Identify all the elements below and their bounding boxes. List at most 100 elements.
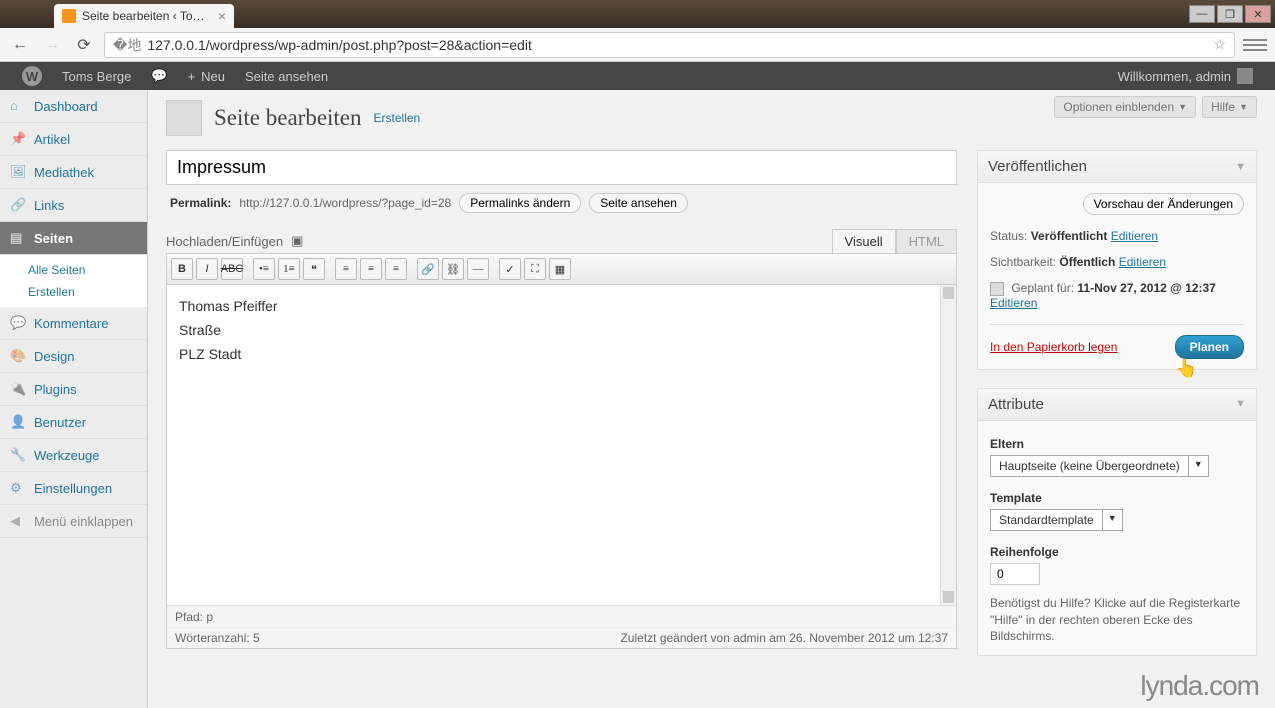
collapse-menu[interactable]: ◀Menü einklappen — [0, 505, 147, 538]
view-page-button[interactable]: Seite ansehen — [589, 193, 688, 213]
attributes-metabox: Attribute▼ Eltern Hauptseite (keine Über… — [977, 388, 1257, 656]
collapse-icon: ◀ — [10, 513, 26, 529]
screen-options-tab[interactable]: Optionen einblenden▼ — [1054, 96, 1196, 118]
page-icon: ▤ — [10, 230, 26, 246]
sidebar-item-appearance[interactable]: 🎨Design — [0, 340, 147, 373]
blockquote-button[interactable]: ❝ — [303, 258, 325, 280]
forward-button[interactable]: → — [40, 33, 64, 57]
browser-menu-button[interactable] — [1243, 33, 1267, 57]
metabox-toggle-icon[interactable]: ▼ — [1235, 398, 1246, 410]
wp-logo-menu[interactable]: W — [12, 62, 52, 90]
dropdown-arrow-icon: ▼ — [1102, 510, 1122, 530]
plus-icon: + — [188, 69, 196, 84]
edit-schedule-link[interactable]: Editieren — [990, 296, 1037, 310]
user-icon: 👤 — [10, 414, 26, 430]
add-media-icon[interactable]: ▣ — [291, 233, 303, 249]
avatar-icon — [1237, 68, 1253, 84]
bullet-list-button[interactable]: •≡ — [253, 258, 275, 280]
more-button[interactable]: ― — [467, 258, 489, 280]
comments-menu[interactable]: 💬 — [141, 62, 177, 90]
help-tab[interactable]: Hilfe▼ — [1202, 96, 1257, 118]
trash-link[interactable]: In den Papierkorb legen — [990, 340, 1117, 354]
publish-title: Veröffentlichen — [988, 158, 1087, 175]
browser-toolbar: ← → ⟳ �地 127.0.0.1/wordpress/wp-admin/po… — [0, 28, 1275, 62]
upload-insert-label: Hochladen/Einfügen — [166, 234, 283, 249]
maximize-button[interactable]: ❐ — [1217, 5, 1243, 23]
sidebar-item-tools[interactable]: 🔧Werkzeuge — [0, 439, 147, 472]
link-icon: 🔗 — [10, 197, 26, 213]
align-center-button[interactable]: ≡ — [360, 258, 382, 280]
permalink-url: http://127.0.0.1/wordpress/?page_id=28 — [239, 196, 451, 210]
view-page-link[interactable]: Seite ansehen — [235, 62, 338, 90]
submenu-add-page[interactable]: Erstellen — [0, 281, 147, 303]
unlink-button[interactable]: ⛓ — [442, 258, 464, 280]
comment-icon: 💬 — [10, 315, 26, 331]
parent-select[interactable]: Hauptseite (keine Übergeordnete) ▼ — [990, 455, 1209, 477]
sidebar-item-plugins[interactable]: 🔌Plugins — [0, 373, 147, 406]
fullscreen-button[interactable]: ⛶ — [524, 258, 546, 280]
content-line: Thomas Pfeiffer — [179, 295, 928, 319]
editor-content[interactable]: Thomas Pfeiffer Straße PLZ Stadt — [167, 285, 940, 605]
attributes-title: Attribute — [988, 396, 1044, 413]
sidebar-item-media[interactable]: 🖼Mediathek — [0, 156, 147, 189]
add-new-link[interactable]: Erstellen — [374, 111, 421, 125]
url-bar[interactable]: �地 127.0.0.1/wordpress/wp-admin/post.php… — [104, 32, 1235, 58]
bold-button[interactable]: B — [171, 258, 193, 280]
link-button[interactable]: 🔗 — [417, 258, 439, 280]
italic-button[interactable]: I — [196, 258, 218, 280]
edit-permalink-button[interactable]: Permalinks ändern — [459, 193, 581, 213]
metabox-toggle-icon[interactable]: ▼ — [1235, 161, 1246, 173]
strikethrough-button[interactable]: ABC — [221, 258, 243, 280]
edit-visibility-link[interactable]: Editieren — [1119, 255, 1166, 269]
order-label: Reihenfolge — [990, 539, 1244, 563]
number-list-button[interactable]: 1≡ — [278, 258, 300, 280]
reload-button[interactable]: ⟳ — [72, 33, 96, 57]
template-label: Template — [990, 485, 1244, 509]
publish-metabox: Veröffentlichen ▼ Vorschau der Änderungen… — [977, 150, 1257, 370]
edit-status-link[interactable]: Editieren — [1111, 229, 1158, 243]
editor-scrollbar[interactable] — [940, 285, 956, 605]
sidebar-submenu-pages: Alle Seiten Erstellen — [0, 255, 147, 307]
preview-button[interactable]: Vorschau der Änderungen — [1083, 193, 1244, 215]
favicon-icon — [62, 9, 76, 23]
last-edited: Zuletzt geändert von admin am 26. Novemb… — [620, 631, 948, 645]
site-name-menu[interactable]: Toms Berge — [52, 62, 141, 90]
account-menu[interactable]: Willkommen, admin — [1108, 62, 1263, 90]
align-right-button[interactable]: ≡ — [385, 258, 407, 280]
order-input[interactable] — [990, 563, 1040, 585]
admin-sidebar: ⌂Dashboard 📌Artikel 🖼Mediathek 🔗Links ▤S… — [0, 90, 148, 708]
submenu-all-pages[interactable]: Alle Seiten — [0, 259, 147, 281]
design-icon: 🎨 — [10, 348, 26, 364]
publish-button[interactable]: Planen — [1175, 335, 1244, 359]
sidebar-item-comments[interactable]: 💬Kommentare — [0, 307, 147, 340]
new-content-menu[interactable]: +Neu — [178, 62, 235, 90]
align-left-button[interactable]: ≡ — [335, 258, 357, 280]
home-icon: ⌂ — [10, 98, 26, 114]
browser-tab[interactable]: Seite bearbeiten ‹ Toms B… × — [54, 4, 234, 28]
content-line: PLZ Stadt — [179, 343, 928, 367]
window-close-button[interactable]: ✕ — [1245, 5, 1271, 23]
tool-icon: 🔧 — [10, 447, 26, 463]
post-title-input[interactable] — [166, 150, 957, 185]
minimize-button[interactable]: — — [1189, 5, 1215, 23]
editor-tab-visual[interactable]: Visuell — [832, 229, 896, 253]
kitchen-sink-button[interactable]: ▦ — [549, 258, 571, 280]
editor-tab-html[interactable]: HTML — [896, 229, 957, 253]
page-title: Seite bearbeiten — [214, 105, 362, 131]
calendar-icon — [990, 282, 1004, 296]
sidebar-item-dashboard[interactable]: ⌂Dashboard — [0, 90, 147, 123]
sidebar-item-pages[interactable]: ▤Seiten — [0, 222, 147, 255]
tab-close-icon[interactable]: × — [218, 8, 226, 24]
sidebar-item-posts[interactable]: 📌Artikel — [0, 123, 147, 156]
spellcheck-button[interactable]: ✓ — [499, 258, 521, 280]
sidebar-item-links[interactable]: 🔗Links — [0, 189, 147, 222]
template-select[interactable]: Standardtemplate ▼ — [990, 509, 1123, 531]
watermark: lynda.com — [1140, 670, 1259, 702]
main-content: Optionen einblenden▼ Hilfe▼ Seite bearbe… — [148, 90, 1275, 708]
sidebar-item-users[interactable]: 👤Benutzer — [0, 406, 147, 439]
back-button[interactable]: ← — [8, 33, 32, 57]
sidebar-item-settings[interactable]: ⚙Einstellungen — [0, 472, 147, 505]
browser-titlebar: Seite bearbeiten ‹ Toms B… × — ❐ ✕ — [0, 0, 1275, 28]
content-line: Straße — [179, 319, 928, 343]
bookmark-star-icon[interactable]: ☆ — [1213, 36, 1226, 53]
